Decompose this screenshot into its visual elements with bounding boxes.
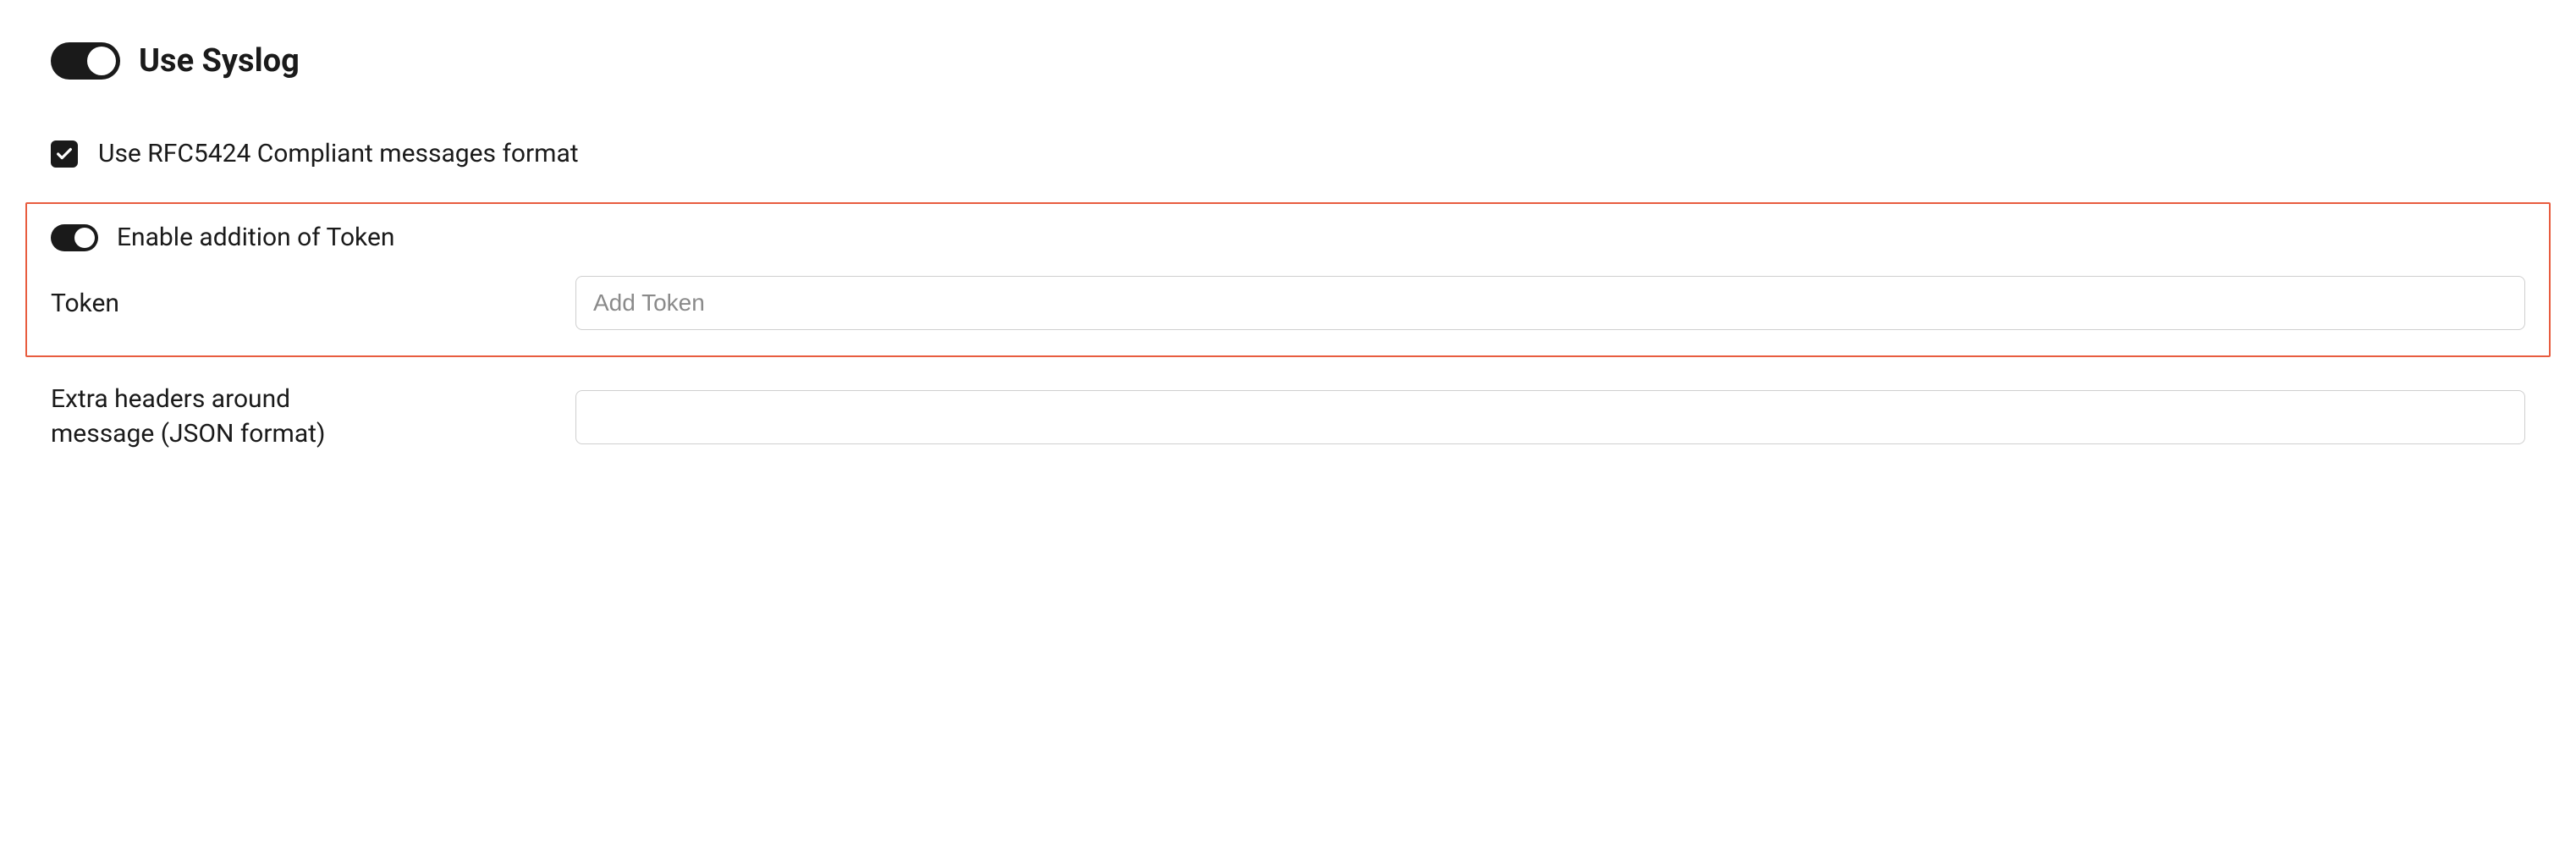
check-icon — [55, 145, 74, 163]
toggle-knob — [74, 228, 95, 248]
token-input[interactable] — [575, 276, 2525, 330]
rfc5424-label: Use RFC5424 Compliant messages format — [98, 139, 579, 168]
extra-headers-label-line1: Extra headers around — [51, 383, 575, 417]
use-syslog-row: Use Syslog — [51, 42, 2525, 80]
rfc5424-row: Use RFC5424 Compliant messages format — [51, 139, 2525, 168]
token-label-col: Token — [51, 289, 575, 318]
rfc5424-checkbox[interactable] — [51, 140, 78, 168]
extra-headers-row: Extra headers around message (JSON forma… — [51, 383, 2525, 451]
token-field-row: Token — [51, 276, 2525, 330]
toggle-knob — [87, 47, 116, 75]
enable-token-toggle[interactable] — [51, 224, 98, 251]
extra-headers-label-line2: message (JSON format) — [51, 417, 575, 452]
use-syslog-toggle[interactable] — [51, 42, 120, 80]
enable-token-label: Enable addition of Token — [117, 223, 394, 252]
token-field-label: Token — [51, 289, 119, 318]
extra-headers-input[interactable] — [575, 390, 2525, 444]
token-section: Enable addition of Token Token — [25, 202, 2551, 357]
enable-token-row: Enable addition of Token — [51, 223, 2525, 252]
extra-headers-label-col: Extra headers around message (JSON forma… — [51, 383, 575, 451]
use-syslog-label: Use Syslog — [139, 42, 300, 80]
